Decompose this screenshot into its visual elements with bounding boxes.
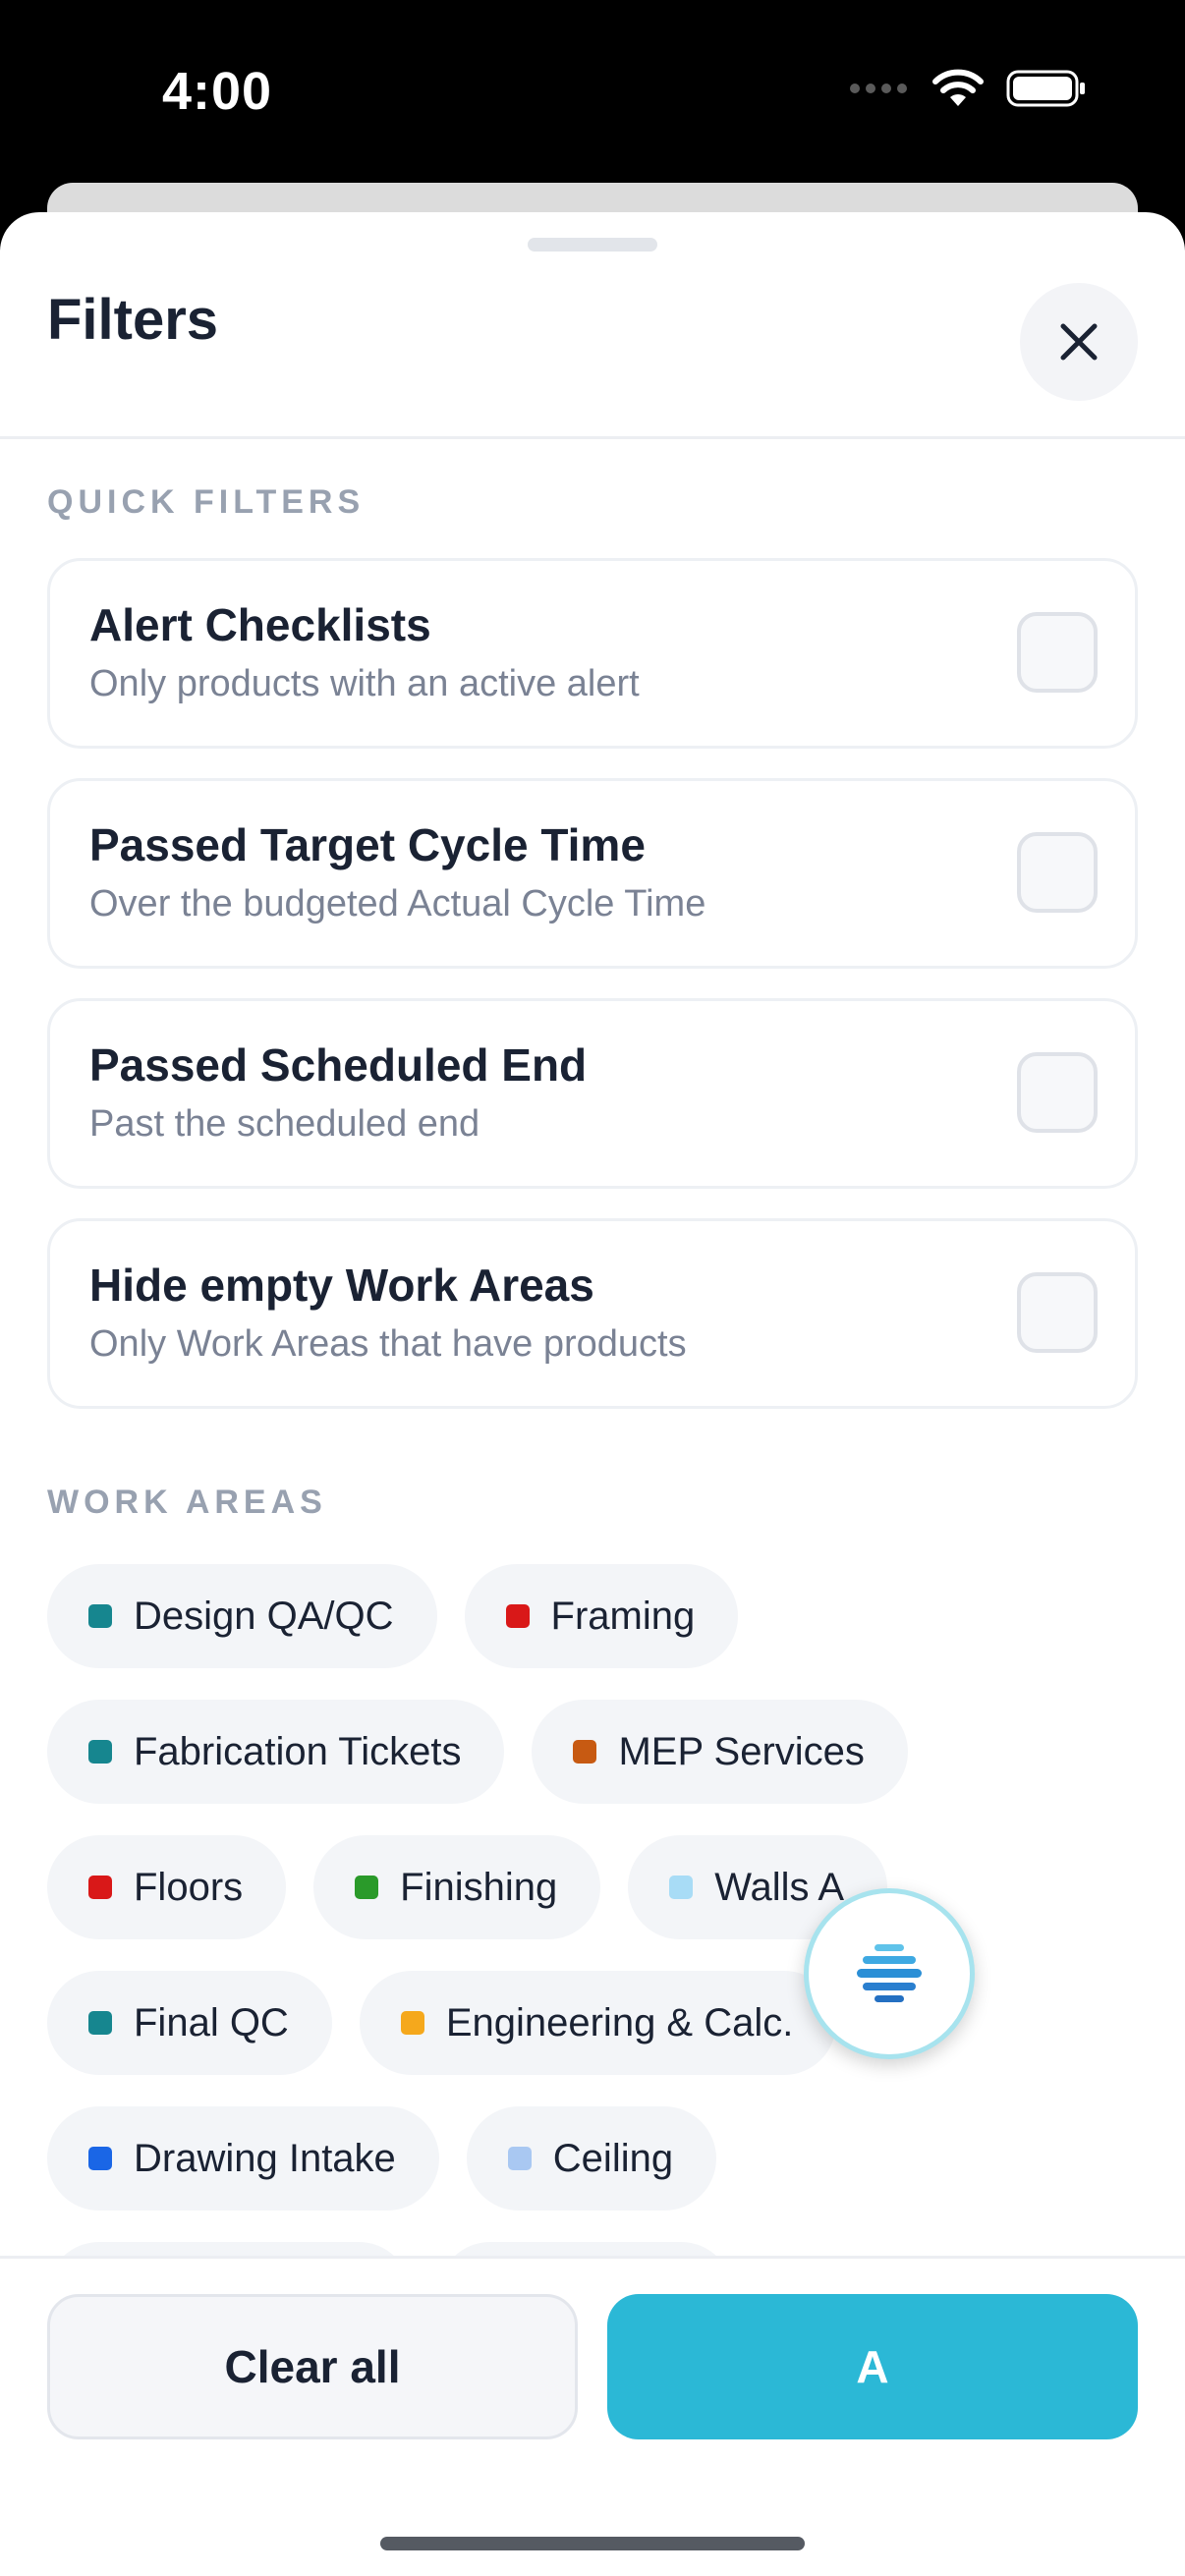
- work-area-chip[interactable]: Ceiling: [466, 2106, 717, 2211]
- chip-row: Drawing Intake Ceiling: [47, 2106, 1138, 2211]
- chip-label: Framing: [550, 1594, 696, 1638]
- quick-filter-card[interactable]: Hide empty Work Areas Only Work Areas tha…: [47, 1218, 1138, 1409]
- quick-filter-checkbox[interactable]: [1017, 1052, 1098, 1133]
- chip-row: Fabrication Tickets MEP Services: [47, 1700, 1138, 1804]
- chip-row: Design QA/QC Framing: [47, 1564, 1138, 1668]
- apply-button[interactable]: A: [607, 2294, 1138, 2439]
- chip-label: Engineering & Calc.: [445, 2000, 794, 2044]
- quick-filter-subtitle: Only Work Areas that have products: [89, 1323, 687, 1365]
- color-dot-icon: [400, 2011, 424, 2035]
- chip-label: Walls A: [714, 1865, 845, 1909]
- sheet-title: Filters: [47, 288, 219, 352]
- color-dot-icon: [88, 1604, 112, 1628]
- sheet-grabber[interactable]: [528, 238, 657, 252]
- status-bar: 4:00: [0, 0, 1185, 187]
- work-area-chip[interactable]: Finishing: [313, 1835, 601, 1939]
- chip-label: Final QC: [134, 2000, 289, 2044]
- assistant-logo-icon: [857, 1944, 922, 2002]
- quick-filter-subtitle: Only products with an active alert: [89, 663, 640, 704]
- quick-filter-subtitle: Over the budgeted Actual Cycle Time: [89, 883, 706, 924]
- color-dot-icon: [573, 1740, 597, 1764]
- quick-filter-subtitle: Past the scheduled end: [89, 1103, 480, 1145]
- color-dot-icon: [507, 2147, 532, 2170]
- assistant-fab[interactable]: [804, 1888, 975, 2059]
- quick-filter-title: Hide empty Work Areas: [89, 1260, 594, 1311]
- header-divider: [0, 436, 1185, 439]
- color-dot-icon: [88, 1740, 112, 1764]
- quick-filter-checkbox[interactable]: [1017, 1272, 1098, 1353]
- home-indicator: [380, 2537, 805, 2550]
- color-dot-icon: [88, 2011, 112, 2035]
- color-dot-icon: [355, 1876, 379, 1899]
- color-dot-icon: [88, 2147, 112, 2170]
- status-time: 4:00: [162, 62, 273, 121]
- footer-bar: Clear all A: [0, 2256, 1185, 2576]
- quick-filter-card[interactable]: Passed Target Cycle Time Over the budgete…: [47, 778, 1138, 969]
- chip-row: Floors Finishing Walls A: [47, 1835, 1138, 1939]
- close-button[interactable]: [1020, 283, 1138, 401]
- work-area-chip[interactable]: Fabrication Tickets: [47, 1700, 505, 1804]
- chip-row: Final QC Engineering & Calc.: [47, 1971, 1138, 2075]
- chip-label: Finishing: [400, 1865, 558, 1909]
- work-area-chip[interactable]: Design QA/QC: [47, 1564, 437, 1668]
- quick-filter-title: Passed Scheduled End: [89, 1039, 588, 1091]
- chip-label: Fabrication Tickets: [134, 1729, 462, 1773]
- color-dot-icon: [505, 1604, 530, 1628]
- chip-label: MEP Services: [618, 1729, 865, 1773]
- close-icon: [1060, 323, 1098, 361]
- work-area-chip[interactable]: Floors: [47, 1835, 287, 1939]
- work-area-chip[interactable]: Final QC: [47, 1971, 332, 2075]
- quick-filter-title: Passed Target Cycle Time: [89, 819, 646, 870]
- wifi-icon: [932, 69, 984, 106]
- quick-filter-card[interactable]: Alert Checklists Only products with an ac…: [47, 558, 1138, 749]
- quick-filter-checkbox[interactable]: [1017, 612, 1098, 693]
- battery-icon: [1006, 70, 1085, 107]
- work-area-chip[interactable]: Drawing Intake: [47, 2106, 439, 2211]
- chip-label: Design QA/QC: [134, 1594, 394, 1638]
- clear-all-button[interactable]: Clear all: [47, 2294, 578, 2439]
- quick-filter-title: Alert Checklists: [89, 599, 431, 650]
- color-dot-icon: [669, 1876, 694, 1899]
- cellular-dots-icon: [850, 84, 907, 93]
- filters-sheet: Filters QUICK FILTERS Alert Checklists On…: [0, 212, 1185, 2576]
- quick-filters-list: Alert Checklists Only products with an ac…: [47, 558, 1138, 1438]
- color-dot-icon: [88, 1876, 112, 1899]
- work-area-chip[interactable]: Engineering & Calc.: [359, 1971, 837, 2075]
- quick-filter-checkbox[interactable]: [1017, 832, 1098, 913]
- quick-filters-label: QUICK FILTERS: [47, 483, 366, 521]
- work-areas-label: WORK AREAS: [47, 1484, 327, 1521]
- chip-label: Drawing Intake: [134, 2136, 396, 2180]
- work-area-chip[interactable]: MEP Services: [532, 1700, 908, 1804]
- status-indicators: [849, 69, 1087, 108]
- chip-label: Floors: [134, 1865, 244, 1909]
- chip-label: Ceiling: [552, 2136, 674, 2180]
- quick-filter-card[interactable]: Passed Scheduled End Past the scheduled e…: [47, 998, 1138, 1189]
- work-area-chip[interactable]: Framing: [464, 1564, 739, 1668]
